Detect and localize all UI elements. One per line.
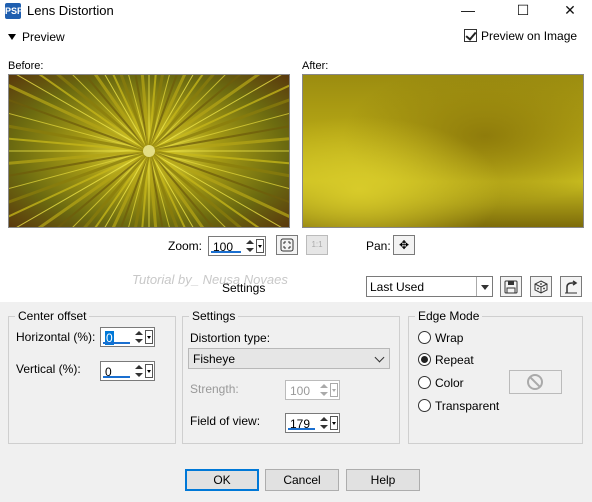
- zoom-up-down-icon[interactable]: [245, 238, 255, 254]
- checkbox-checked-icon[interactable]: [464, 29, 477, 42]
- distortion-type-value: Fisheye: [193, 352, 236, 366]
- preview-toggle[interactable]: Preview: [8, 30, 65, 44]
- help-button[interactable]: Help: [346, 469, 420, 491]
- center-offset-legend: Center offset: [15, 309, 90, 323]
- vertical-dropdown-icon[interactable]: [145, 364, 153, 378]
- preset-value: Last Used: [370, 280, 425, 294]
- move-cross-icon: ✥: [398, 238, 410, 252]
- before-preview[interactable]: [8, 74, 290, 228]
- horizontal-label: Horizontal (%):: [16, 330, 96, 344]
- zoom-dropdown-icon[interactable]: [256, 239, 264, 253]
- wrap-label: Wrap: [435, 331, 464, 345]
- edge-mode-legend: Edge Mode: [415, 309, 483, 323]
- horizontal-up-down-icon[interactable]: [134, 329, 144, 345]
- radio-selected-icon[interactable]: [418, 353, 431, 366]
- maximize-button[interactable]: ☐: [505, 0, 541, 22]
- edge-mode-transparent-radio[interactable]: Transparent: [418, 399, 499, 413]
- edge-color-swatch[interactable]: [509, 370, 562, 394]
- field-of-view-underline: [288, 428, 315, 430]
- radio-empty-icon[interactable]: [418, 331, 431, 344]
- vertical-underline: [103, 376, 130, 378]
- dice-icon: [534, 280, 548, 294]
- pan-button[interactable]: ✥: [393, 235, 415, 255]
- horizontal-underline: [103, 342, 130, 344]
- no-color-icon: [527, 374, 543, 390]
- save-disk-icon: [504, 280, 518, 294]
- field-of-view-label: Field of view:: [190, 414, 261, 428]
- pan-label: Pan:: [366, 239, 391, 253]
- zoom-to-fit-button[interactable]: [276, 235, 298, 255]
- chevron-down-icon[interactable]: [476, 277, 492, 296]
- edge-mode-wrap-radio[interactable]: Wrap: [418, 331, 463, 345]
- vertical-up-down-icon[interactable]: [134, 363, 144, 379]
- radio-empty-icon[interactable]: [418, 376, 431, 389]
- one-to-one-icon: 1:1: [311, 240, 323, 249]
- settings-legend: Settings: [189, 309, 239, 323]
- zoom-spinner[interactable]: 100: [208, 236, 266, 256]
- strength-spinner[interactable]: 100: [285, 380, 340, 400]
- preview-on-image-label: Preview on Image: [481, 29, 578, 43]
- horizontal-dropdown-icon[interactable]: [145, 330, 153, 344]
- strength-up-down-icon[interactable]: [319, 382, 329, 398]
- before-preview-image: [9, 75, 289, 227]
- edge-mode-color-radio[interactable]: Color: [418, 376, 464, 390]
- window-title: Lens Distortion: [27, 3, 114, 18]
- minimize-button[interactable]: —: [450, 0, 486, 22]
- preview-on-image-checkbox[interactable]: Preview on Image: [464, 29, 577, 43]
- after-preview: [302, 74, 584, 228]
- distortion-type-select[interactable]: Fisheye: [188, 348, 390, 369]
- strength-dropdown-icon[interactable]: [330, 383, 338, 397]
- ok-button[interactable]: OK: [185, 469, 259, 491]
- radio-empty-icon[interactable]: [418, 399, 431, 412]
- strength-label: Strength:: [190, 382, 239, 396]
- before-label: Before:: [8, 60, 44, 72]
- app-icon: PSP: [5, 3, 23, 19]
- repeat-label: Repeat: [435, 353, 474, 367]
- cancel-button[interactable]: Cancel: [265, 469, 339, 491]
- after-label: After:: [302, 60, 329, 72]
- strength-value[interactable]: 100: [290, 384, 310, 398]
- reset-button[interactable]: [560, 276, 582, 297]
- zoom-100-button[interactable]: 1:1: [306, 235, 328, 255]
- collapse-triangle-icon: [8, 34, 16, 40]
- chevron-down-icon[interactable]: [374, 352, 385, 363]
- field-of-view-dropdown-icon[interactable]: [330, 416, 338, 430]
- color-label: Color: [435, 376, 464, 390]
- edge-mode-repeat-radio[interactable]: Repeat: [418, 353, 474, 367]
- zoom-fit-icon: [280, 238, 294, 252]
- vertical-label: Vertical (%):: [16, 362, 81, 376]
- field-of-view-up-down-icon[interactable]: [319, 415, 329, 431]
- close-button[interactable]: ✕: [552, 0, 588, 22]
- reset-arrow-icon: [565, 280, 578, 294]
- randomize-button[interactable]: [530, 276, 552, 297]
- preset-select[interactable]: Last Used: [366, 276, 493, 297]
- zoom-underline: [211, 251, 241, 253]
- save-preset-button[interactable]: [500, 276, 522, 297]
- field-of-view-spinner[interactable]: 179: [285, 413, 340, 433]
- horizontal-spinner[interactable]: 0: [100, 327, 155, 347]
- preview-toggle-label: Preview: [22, 30, 65, 44]
- distortion-type-label: Distortion type:: [190, 331, 271, 345]
- transparent-label: Transparent: [435, 399, 500, 413]
- zoom-label: Zoom:: [168, 239, 203, 253]
- settings-title: Settings: [222, 281, 266, 295]
- vertical-spinner[interactable]: 0: [100, 361, 155, 381]
